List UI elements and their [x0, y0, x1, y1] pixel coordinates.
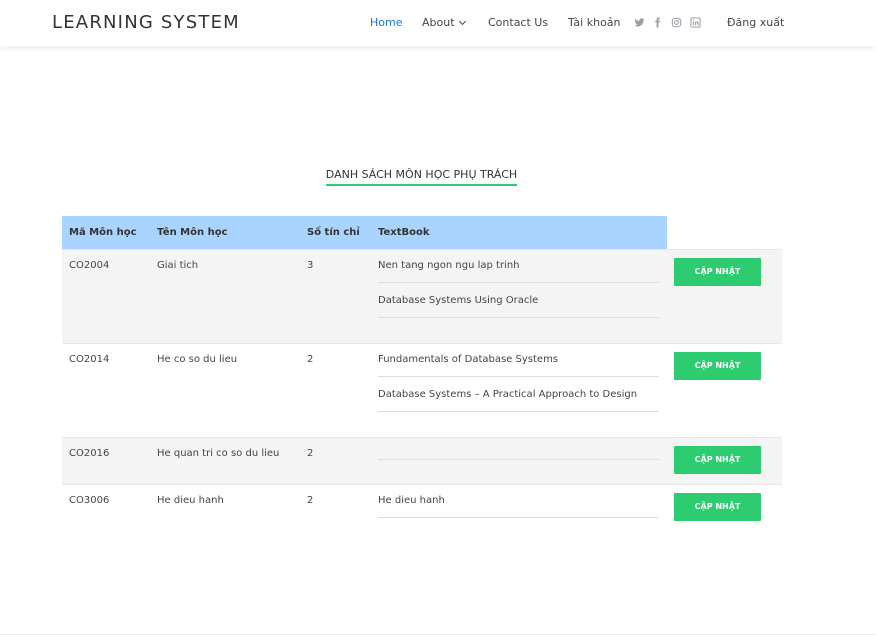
table-row: CO2014 He co so du lieu 2 Fundamentals o…	[62, 342, 782, 437]
cell-action: CẬP NHẬT	[667, 483, 782, 531]
header-action	[667, 216, 782, 249]
header-code: Mã Môn học	[62, 216, 150, 249]
header-credits: Số tín chỉ	[300, 216, 371, 249]
header-name: Tên Môn học	[150, 216, 300, 249]
cell-name: He quan tri co so du lieu	[150, 436, 300, 484]
nav-account[interactable]: Tài khoản	[568, 16, 621, 29]
textbook-item	[378, 448, 659, 460]
table-row: CO2016 He quan tri co so du lieu 2 CẬP N…	[62, 436, 782, 484]
textbook-item: Database Systems – A Practical Approach …	[378, 389, 659, 412]
cell-credits: 2	[300, 436, 371, 484]
instagram-icon[interactable]	[671, 17, 682, 28]
nav-about[interactable]: About	[422, 16, 466, 29]
nav-logout[interactable]: Đăng xuất	[727, 16, 784, 29]
title-wrapper: DANH SÁCH MÔN HỌC PHỤ TRÁCH	[0, 165, 843, 186]
courses-table: Mã Môn học Tên Môn học Số tín chỉ TextBo…	[62, 216, 782, 531]
textbook-item: Nen tang ngon ngu lap trinh	[378, 260, 659, 283]
chevron-down-icon	[458, 17, 466, 26]
linkedin-icon[interactable]	[690, 17, 701, 28]
table-header-row: Mã Môn học Tên Môn học Số tín chỉ TextBo…	[62, 216, 782, 249]
cell-name: He co so du lieu	[150, 342, 300, 437]
twitter-icon[interactable]	[634, 17, 645, 28]
cell-name: He dieu hanh	[150, 483, 300, 531]
update-button[interactable]: CẬP NHẬT	[674, 445, 761, 474]
nav-home[interactable]: Home	[370, 16, 402, 29]
textbook-item: He dieu hanh	[378, 495, 659, 518]
cell-credits: 3	[300, 248, 371, 343]
nav-contact[interactable]: Contact Us	[488, 16, 548, 29]
update-button[interactable]: CẬP NHẬT	[674, 257, 761, 286]
update-button[interactable]: CẬP NHẬT	[674, 492, 761, 521]
facebook-icon[interactable]	[652, 17, 663, 28]
cell-action: CẬP NHẬT	[667, 248, 782, 343]
footer-divider	[0, 634, 876, 635]
textbook-item: Database Systems Using Oracle	[378, 295, 659, 318]
update-button[interactable]: CẬP NHẬT	[674, 351, 761, 380]
top-navbar: LEARNING SYSTEM Home About Contact Us Tà…	[0, 0, 876, 46]
cell-code: CO2014	[62, 342, 150, 437]
cell-code: CO2004	[62, 248, 150, 343]
cell-textbooks: Fundamentals of Database Systems Databas…	[371, 342, 667, 437]
cell-textbooks: Nen tang ngon ngu lap trinh Database Sys…	[371, 248, 667, 343]
nav-about-label: About	[422, 16, 455, 29]
page-title: DANH SÁCH MÔN HỌC PHỤ TRÁCH	[325, 168, 518, 186]
textbook-item: Fundamentals of Database Systems	[378, 354, 659, 377]
brand-logo[interactable]: LEARNING SYSTEM	[52, 12, 240, 33]
cell-code: CO2016	[62, 436, 150, 484]
cell-code: CO3006	[62, 483, 150, 531]
cell-credits: 2	[300, 342, 371, 437]
cell-textbooks: He dieu hanh	[371, 483, 667, 531]
cell-action: CẬP NHẬT	[667, 342, 782, 437]
cell-action: CẬP NHẬT	[667, 436, 782, 484]
header-textbook: TextBook	[371, 216, 667, 249]
table-row: CO3006 He dieu hanh 2 He dieu hanh CẬP N…	[62, 483, 782, 531]
cell-name: Giai tich	[150, 248, 300, 343]
cell-credits: 2	[300, 483, 371, 531]
table-row: CO2004 Giai tich 3 Nen tang ngon ngu lap…	[62, 248, 782, 343]
cell-textbooks	[371, 436, 667, 484]
